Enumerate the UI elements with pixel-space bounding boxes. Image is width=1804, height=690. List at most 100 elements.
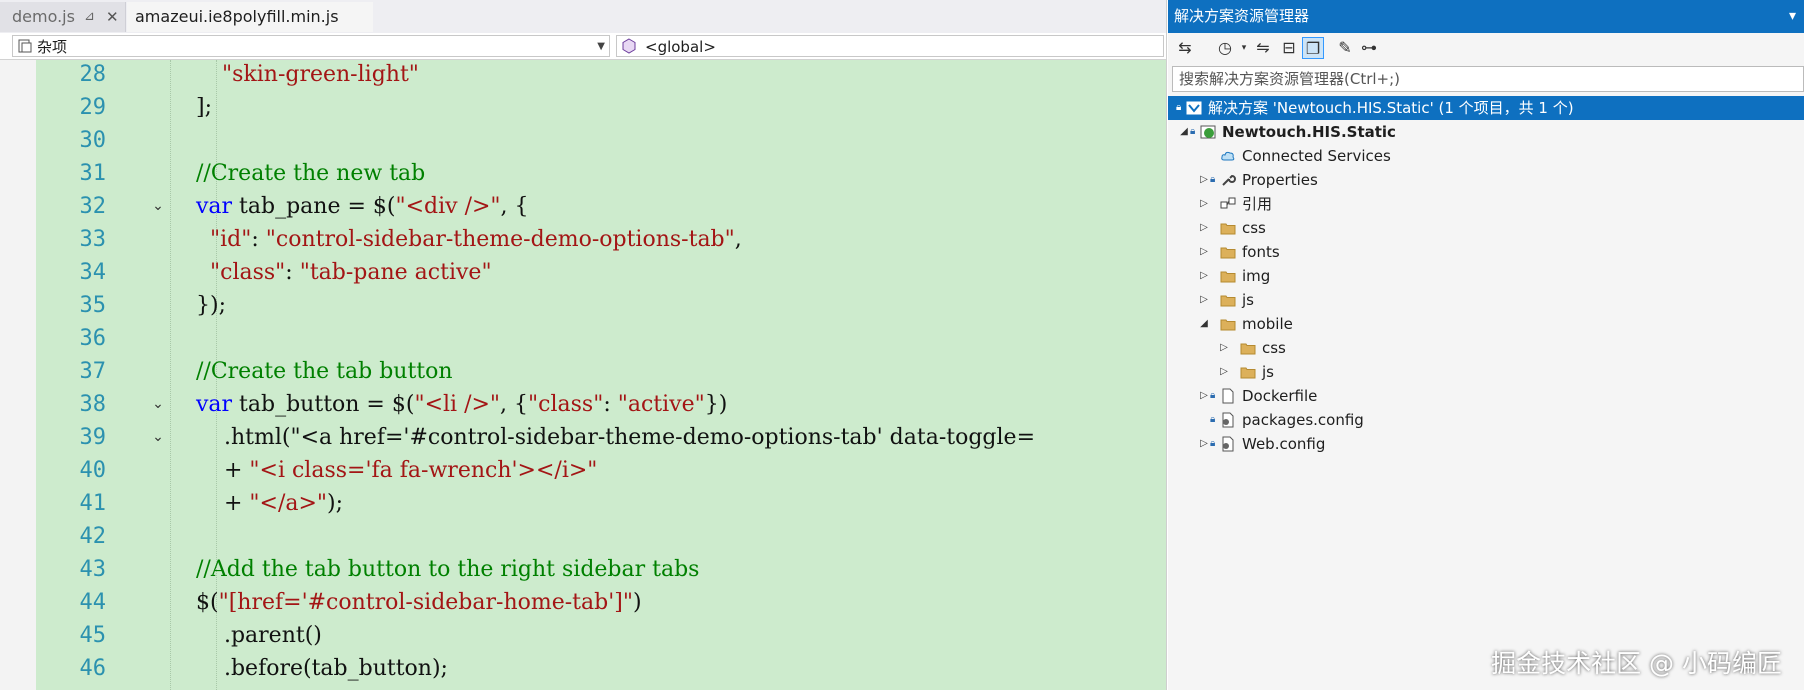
tree-item-dockerfile[interactable]: ▷ 🔒︎ Dockerfile <box>1168 384 1804 408</box>
collapsed-chevron-icon[interactable]: ▷ <box>1198 192 1210 216</box>
code-text: //Create the new tab <box>196 161 426 186</box>
collapsed-chevron-icon[interactable]: ▷ <box>1198 216 1210 240</box>
navigation-bar: 杂项 ▼ <global> <box>0 33 1166 60</box>
code-line[interactable]: 34 "class": "tab-pane active" <box>0 256 1166 289</box>
show-all-files-icon[interactable]: ❐ <box>1302 37 1324 59</box>
code-text: //Create the tab button <box>196 359 453 384</box>
tab-label: demo.js <box>12 7 75 26</box>
code-line[interactable]: 40 + "<i class='fa fa-wrench'></i>" <box>0 454 1166 487</box>
close-icon[interactable]: ✕ <box>106 2 119 32</box>
code-line[interactable]: 37 //Create the tab button <box>0 355 1166 388</box>
tree-item-web-config[interactable]: ▷ 🔒︎ Web.config <box>1168 432 1804 456</box>
tree-item-packages-config[interactable]: 🔒︎ packages.config <box>1168 408 1804 432</box>
solution-label: 解决方案 'Newtouch.HIS.Static' (1 个项目，共 1 个) <box>1208 99 1574 117</box>
fold-chevron-icon[interactable]: ⌄ <box>148 190 168 223</box>
panel-options-icon[interactable]: ▾ <box>1789 0 1796 33</box>
tree-item-label: css <box>1242 219 1266 237</box>
tree-item-properties[interactable]: ▷ 🔒︎ Properties <box>1168 168 1804 192</box>
code-editor[interactable]: demo.js ⊿ ✕ amazeui.ie8polyfill.min.js 杂… <box>0 0 1167 690</box>
expanded-chevron-icon[interactable]: ◢ <box>1178 120 1190 144</box>
folder-icon <box>1220 271 1236 283</box>
code-line[interactable]: 42 <box>0 520 1166 553</box>
code-text: .before(tab_button); <box>196 656 448 681</box>
document-tab-bar: demo.js ⊿ ✕ amazeui.ie8polyfill.min.js <box>0 0 1166 34</box>
tab-demo-js[interactable]: demo.js ⊿ ✕ <box>0 2 126 32</box>
tree-item-js[interactable]: ▷ js <box>1168 360 1804 384</box>
tree-item-newtouch-his-static[interactable]: ◢ 🔒︎ Newtouch.HIS.Static <box>1168 120 1804 144</box>
misc-files-icon <box>18 39 32 53</box>
line-number: 45 <box>79 623 107 648</box>
collapsed-chevron-icon[interactable]: ▷ <box>1198 264 1210 288</box>
code-line[interactable]: 39 ⌄ .html("<a href='#control-sidebar-the… <box>0 421 1166 454</box>
tree-item-css[interactable]: ▷ css <box>1168 216 1804 240</box>
solution-node[interactable]: 🔒︎ 解决方案 'Newtouch.HIS.Static' (1 个项目，共 1… <box>1168 96 1804 120</box>
line-number: 31 <box>79 161 107 186</box>
tree-item-label: js <box>1262 363 1274 381</box>
code-line[interactable]: 46 .before(tab_button); <box>0 652 1166 685</box>
tab-amazeui-polyfill[interactable]: amazeui.ie8polyfill.min.js <box>127 2 373 32</box>
tree-item-label: fonts <box>1242 243 1280 261</box>
collapsed-chevron-icon[interactable]: ▷ <box>1198 288 1210 312</box>
tree-item-label: Web.config <box>1242 435 1326 453</box>
tree-item-css[interactable]: ▷ css <box>1168 336 1804 360</box>
line-number: 29 <box>79 95 107 120</box>
project-dropdown[interactable]: 杂项 ▼ <box>12 35 610 57</box>
tree-item-fonts[interactable]: ▷ fonts <box>1168 240 1804 264</box>
tree-item-mobile[interactable]: ◢ mobile <box>1168 312 1804 336</box>
tree-item-connected-services[interactable]: Connected Services <box>1168 144 1804 168</box>
scope-dropdown[interactable]: <global> <box>616 35 1164 57</box>
folder-icon <box>1220 319 1236 331</box>
line-number: 39 <box>79 425 107 450</box>
tree-item-img[interactable]: ▷ img <box>1168 264 1804 288</box>
fold-chevron-icon[interactable]: ⌄ <box>148 388 168 421</box>
code-line[interactable]: 28 "skin-green-light" <box>0 58 1166 91</box>
config-icon <box>1222 436 1234 452</box>
code-line[interactable]: 30 <box>0 124 1166 157</box>
code-line[interactable]: 38 ⌄ var tab_button = $("<li />", {"class"… <box>0 388 1166 421</box>
code-text: "skin-green-light" <box>222 62 419 87</box>
solution-search-input[interactable]: 搜索解决方案资源管理器(Ctrl+;) <box>1172 66 1804 92</box>
cloud-icon <box>1221 151 1235 161</box>
collapse-all-icon[interactable]: ⊟ <box>1278 37 1300 59</box>
collapsed-chevron-icon[interactable]: ▷ <box>1198 432 1210 456</box>
code-line[interactable]: 45 .parent() <box>0 619 1166 652</box>
collapsed-chevron-icon[interactable]: ▷ <box>1198 168 1210 192</box>
chevron-down-icon[interactable]: ▾ <box>1238 37 1250 59</box>
tree-item-label: Connected Services <box>1242 147 1391 165</box>
code-line[interactable]: 31 //Create the new tab <box>0 157 1166 190</box>
fold-chevron-icon[interactable]: ⌄ <box>148 421 168 454</box>
properties-icon[interactable]: ✎ <box>1334 37 1356 59</box>
switch-views-icon[interactable]: ⇆ <box>1174 37 1196 59</box>
code-line[interactable]: 29]; <box>0 91 1166 124</box>
sync-icon[interactable]: ⇋ <box>1252 37 1274 59</box>
code-line[interactable]: 33 "id": "control-sidebar-theme-demo-opt… <box>0 223 1166 256</box>
tree-item-label: 引用 <box>1242 195 1273 213</box>
code-area[interactable]: 28 "skin-green-light" 29]; 30 31 //Create the… <box>0 60 1166 690</box>
line-number: 46 <box>79 656 107 681</box>
collapsed-chevron-icon[interactable]: ▷ <box>1218 336 1230 360</box>
code-line[interactable]: 32 ⌄ var tab_pane = $("<div />", { <box>0 190 1166 223</box>
code-line[interactable]: 36 <box>0 322 1166 355</box>
folder-icon <box>1220 247 1236 259</box>
collapsed-chevron-icon[interactable]: ▷ <box>1198 240 1210 264</box>
pin-icon[interactable]: ⊿ <box>84 2 95 32</box>
chevron-down-icon: ▼ <box>597 41 605 52</box>
code-line[interactable]: 35}); <box>0 289 1166 322</box>
history-icon[interactable]: ◷ <box>1214 37 1236 59</box>
collapsed-chevron-icon[interactable]: ▷ <box>1218 360 1230 384</box>
tree-item-label: css <box>1262 339 1286 357</box>
code-line[interactable]: 44 $("[href='#control-sidebar-home-tab']"… <box>0 586 1166 619</box>
tree-item-label: Dockerfile <box>1242 387 1318 405</box>
tree-item-js[interactable]: ▷ js <box>1168 288 1804 312</box>
preview-icon[interactable]: ⊶ <box>1358 37 1380 59</box>
solution-icon <box>1186 101 1202 115</box>
code-text: + "</a>"); <box>196 491 344 516</box>
folder-icon <box>1240 367 1256 379</box>
expanded-chevron-icon[interactable]: ◢ <box>1198 312 1210 336</box>
code-text: .parent() <box>196 623 322 648</box>
code-line[interactable]: 43 //Add the tab button to the right side… <box>0 553 1166 586</box>
line-number: 40 <box>79 458 107 483</box>
collapsed-chevron-icon[interactable]: ▷ <box>1198 384 1210 408</box>
tree-item--[interactable]: ▷ 引用 <box>1168 192 1804 216</box>
code-line[interactable]: 41 + "</a>"); <box>0 487 1166 520</box>
